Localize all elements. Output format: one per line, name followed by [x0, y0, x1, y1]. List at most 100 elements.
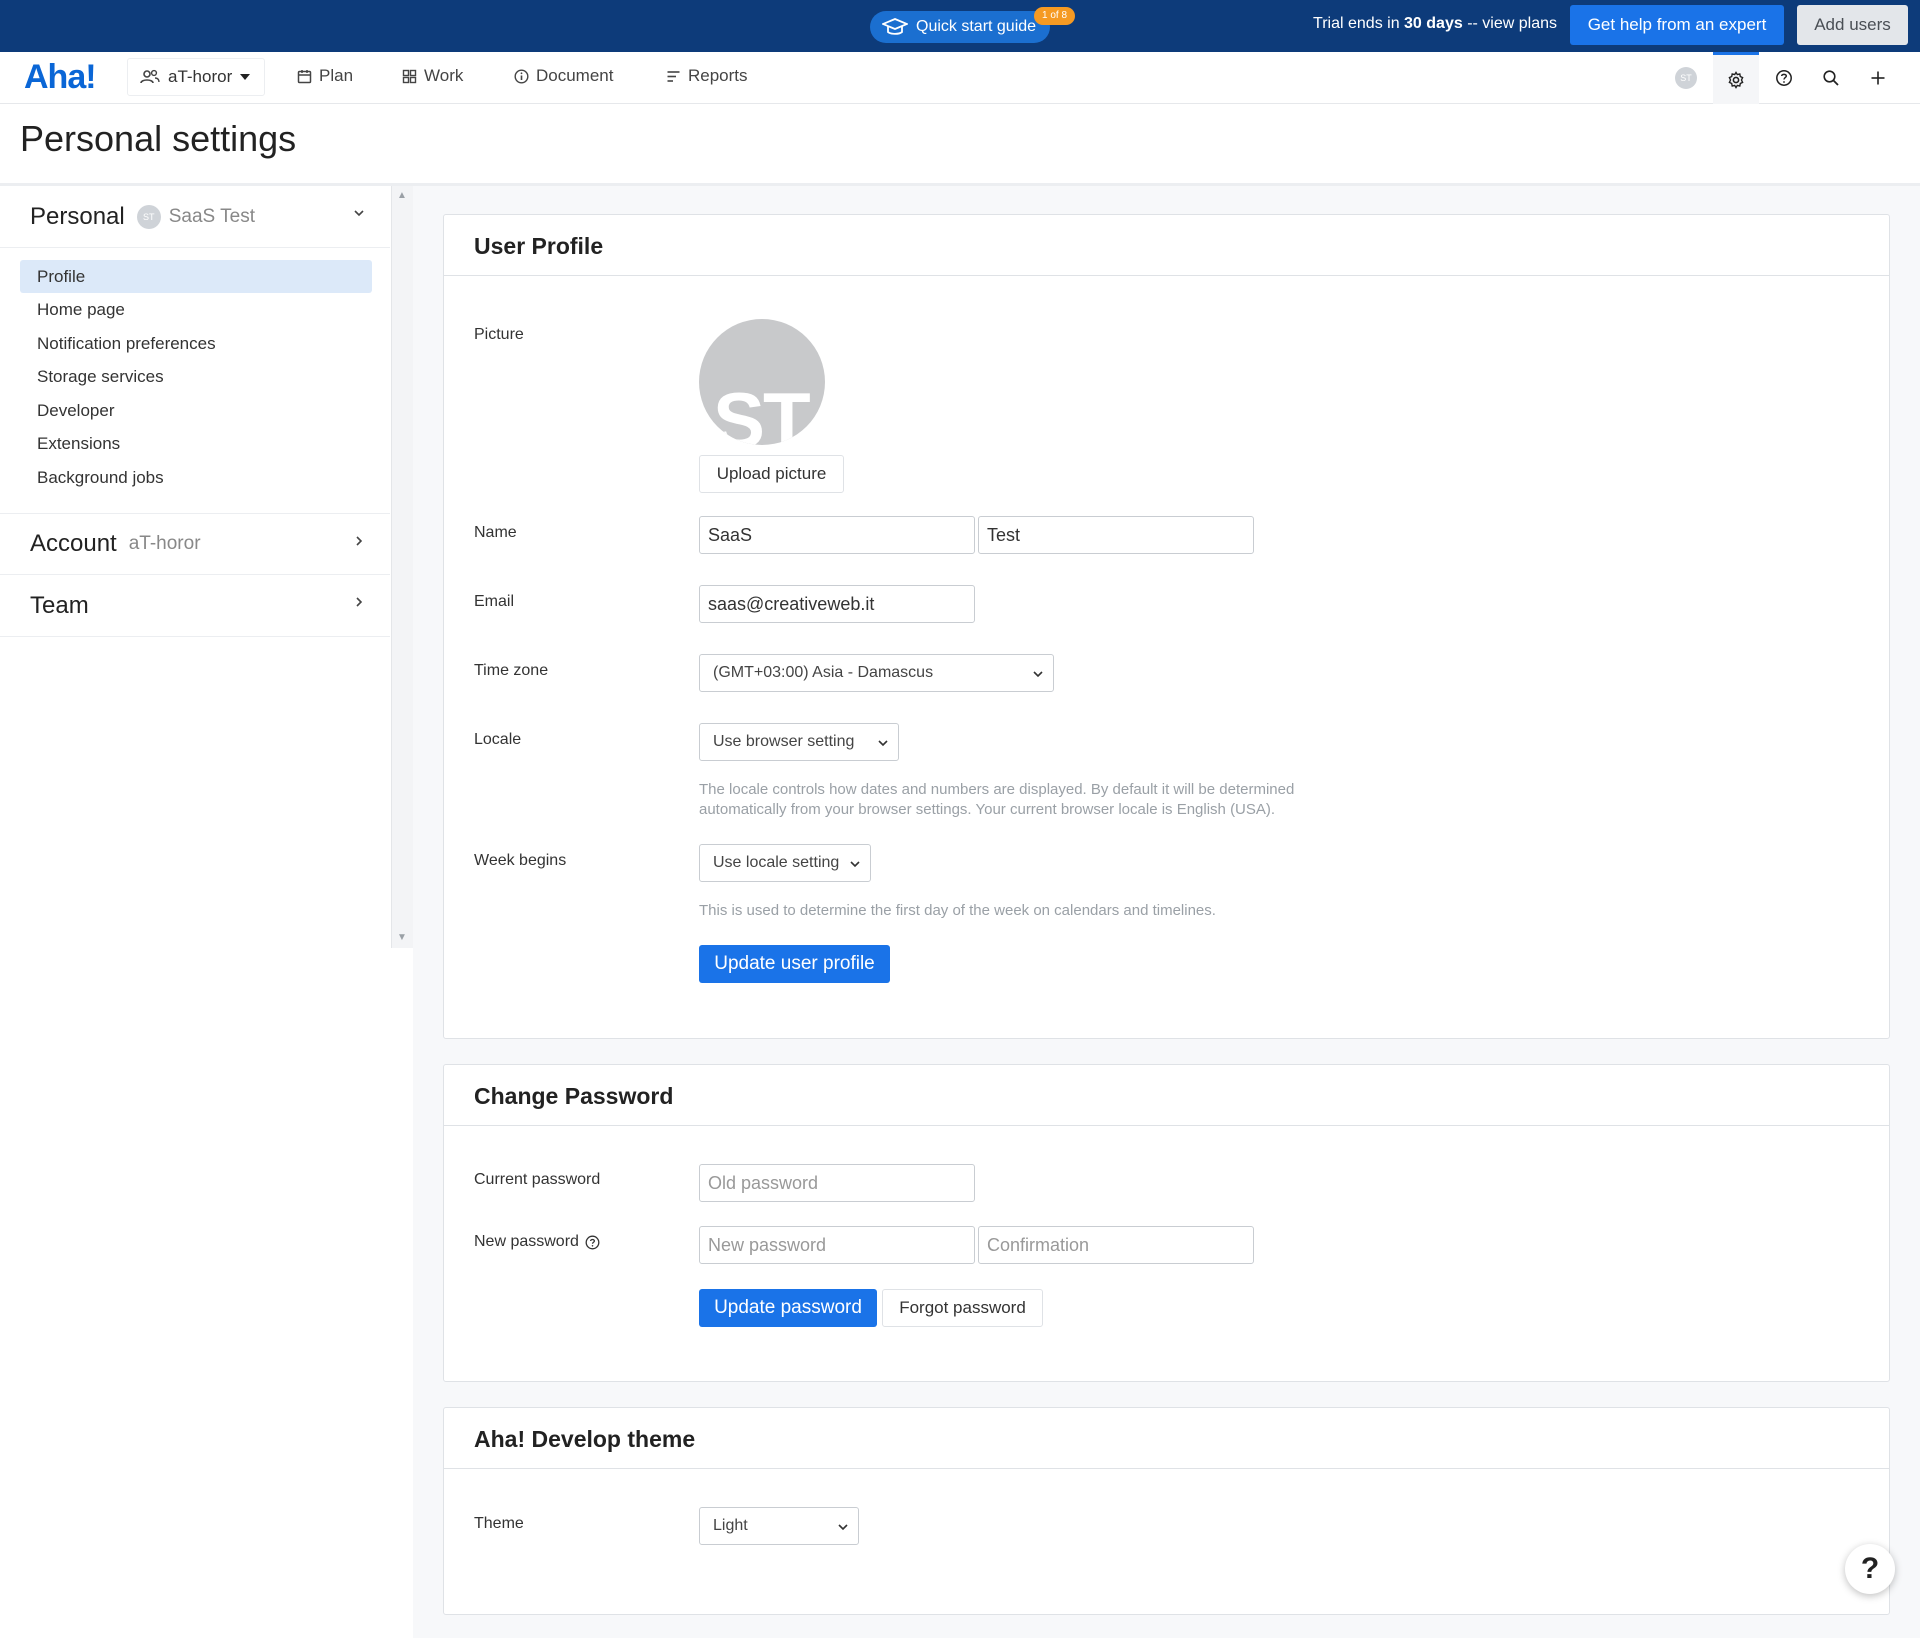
theme-value: Light: [713, 1517, 748, 1534]
chevron-down-icon: [1033, 671, 1043, 678]
profile-avatar: ST: [699, 319, 825, 445]
update-user-profile-button[interactable]: Update user profile: [699, 945, 890, 983]
quick-start-guide-button[interactable]: Quick start guide: [870, 11, 1050, 43]
trial-bar: Quick start guide 1 of 8 Trial ends in 3…: [0, 0, 1920, 52]
chevron-down-icon: [354, 210, 364, 217]
settings-sidebar: Personal ST SaaS Test Profile Home page …: [0, 186, 390, 946]
sidebar-personal-user: ST SaaS Test: [136, 204, 255, 229]
picture-label: Picture: [474, 326, 524, 343]
panel-divider: [444, 275, 1889, 276]
question-circle-icon: [1776, 70, 1792, 86]
locale-value: Use browser setting: [713, 733, 855, 750]
page-title: Personal settings: [20, 118, 297, 159]
email-label: Email: [474, 593, 515, 610]
question-circle-icon[interactable]: [585, 1235, 600, 1250]
develop-theme-title: Aha! Develop theme: [474, 1426, 696, 1452]
nav-reports-label: Reports: [688, 66, 748, 85]
change-password-title: Change Password: [474, 1083, 674, 1109]
search-button[interactable]: [1808, 52, 1854, 104]
report-icon: [667, 70, 680, 82]
nav-document[interactable]: Document: [514, 66, 613, 86]
settings-button[interactable]: [1713, 52, 1759, 104]
caret-down-icon: [240, 74, 251, 80]
nav-work-label: Work: [424, 66, 464, 85]
info-circle-icon: [514, 68, 529, 84]
sidebar-section-personal[interactable]: Personal ST SaaS Test: [0, 186, 390, 248]
new-password-label: New password: [474, 1233, 600, 1251]
nav-plan[interactable]: Plan: [297, 66, 353, 86]
floating-help-button[interactable]: ?: [1845, 1544, 1895, 1594]
last-name-field[interactable]: Test: [978, 516, 1254, 554]
new-password-label-text: New password: [474, 1233, 579, 1250]
trial-days: 30 days: [1404, 15, 1463, 32]
panel-divider: [444, 1468, 1889, 1469]
nav-work[interactable]: Work: [402, 66, 463, 86]
add-users-button[interactable]: Add users: [1797, 5, 1908, 45]
upload-picture-button[interactable]: Upload picture: [699, 455, 844, 493]
quick-start-progress-badge: 1 of 8: [1034, 7, 1076, 25]
sidebar-item-extensions[interactable]: Extensions: [20, 427, 372, 460]
aha-logo[interactable]: Aha!: [24, 58, 97, 97]
calendar-icon: [297, 69, 312, 83]
first-name-field[interactable]: SaaS: [699, 516, 975, 554]
nav-plan-label: Plan: [319, 66, 354, 85]
sidebar-section-account[interactable]: Account aT-horor: [0, 513, 390, 575]
week-begins-help-text: This is used to determine the first day …: [699, 902, 1216, 919]
nav-document-label: Document: [536, 66, 614, 85]
nav-reports[interactable]: Reports: [666, 66, 748, 86]
quick-start-label: Quick start guide: [916, 18, 1037, 35]
new-password-field[interactable]: New password: [699, 1226, 975, 1264]
help-button[interactable]: [1761, 52, 1807, 104]
trial-status[interactable]: Trial ends in 30 days -- view plans: [1313, 15, 1557, 33]
confirm-password-field[interactable]: Confirmation: [978, 1226, 1254, 1264]
timezone-select[interactable]: (GMT+03:00) Asia - Damascus: [699, 654, 1054, 692]
email-field[interactable]: saas@creativeweb.it: [699, 585, 975, 623]
sidebar-section-team[interactable]: Team: [0, 575, 390, 637]
sidebar-team-label: Team: [30, 591, 89, 619]
name-label: Name: [474, 524, 517, 541]
sidebar-item-notification-preferences[interactable]: Notification preferences: [20, 327, 372, 360]
sidebar-scrollbar[interactable]: ▲ ▼: [391, 186, 413, 948]
sidebar-personal-label: Personal: [30, 202, 125, 230]
avatar: ST: [136, 204, 161, 229]
user-avatar-button[interactable]: ST: [1663, 52, 1709, 104]
current-password-field[interactable]: Old password: [699, 1164, 975, 1202]
locale-select[interactable]: Use browser setting: [699, 723, 899, 761]
sidebar-personal-username: SaaS Test: [168, 205, 255, 227]
week-begins-select[interactable]: Use locale setting: [699, 844, 871, 882]
sidebar-item-background-jobs[interactable]: Background jobs: [20, 461, 372, 494]
timezone-label: Time zone: [474, 662, 549, 679]
sidebar-account-sub: aT-horor: [128, 533, 201, 554]
chevron-right-icon: [356, 597, 363, 607]
chevron-down-icon: [850, 861, 860, 868]
theme-label: Theme: [474, 1515, 524, 1532]
update-password-button[interactable]: Update password: [699, 1289, 877, 1327]
get-help-expert-button[interactable]: Get help from an expert: [1570, 5, 1784, 45]
search-icon: [1823, 70, 1839, 86]
graduation-cap-icon: [882, 18, 908, 35]
user-profile-title: User Profile: [474, 233, 604, 259]
scroll-up-arrow-icon[interactable]: ▲: [397, 190, 407, 201]
chevron-down-icon: [838, 1524, 848, 1531]
chevron-down-icon: [878, 740, 888, 747]
add-button[interactable]: [1855, 52, 1901, 104]
locale-label: Locale: [474, 731, 522, 748]
workspace-name: aT-horor: [168, 67, 233, 86]
sidebar-item-home-page[interactable]: Home page: [20, 293, 372, 326]
sidebar-item-storage-services[interactable]: Storage services: [20, 360, 372, 393]
timezone-value: (GMT+03:00) Asia - Damascus: [713, 664, 934, 681]
sidebar-account-label: Account: [30, 530, 117, 557]
grid-icon: [402, 69, 417, 83]
scroll-down-arrow-icon[interactable]: ▼: [397, 932, 407, 943]
sidebar-item-developer[interactable]: Developer: [20, 394, 372, 427]
theme-select[interactable]: Light: [699, 1507, 859, 1545]
panel-divider: [444, 1125, 1889, 1126]
sidebar-item-profile[interactable]: Profile: [20, 260, 372, 293]
main-nav: Aha! aT-horor Plan Work Document Reports…: [0, 52, 1920, 104]
current-password-label: Current password: [474, 1171, 601, 1188]
user-profile-panel: User Profile Picture ST Upload picture N…: [443, 214, 1890, 1039]
workspace-selector[interactable]: aT-horor: [127, 58, 265, 96]
profile-avatar-initials: ST: [713, 376, 811, 445]
forgot-password-button[interactable]: Forgot password: [882, 1289, 1043, 1327]
locale-help-text: The locale controls how dates and number…: [699, 781, 1295, 818]
